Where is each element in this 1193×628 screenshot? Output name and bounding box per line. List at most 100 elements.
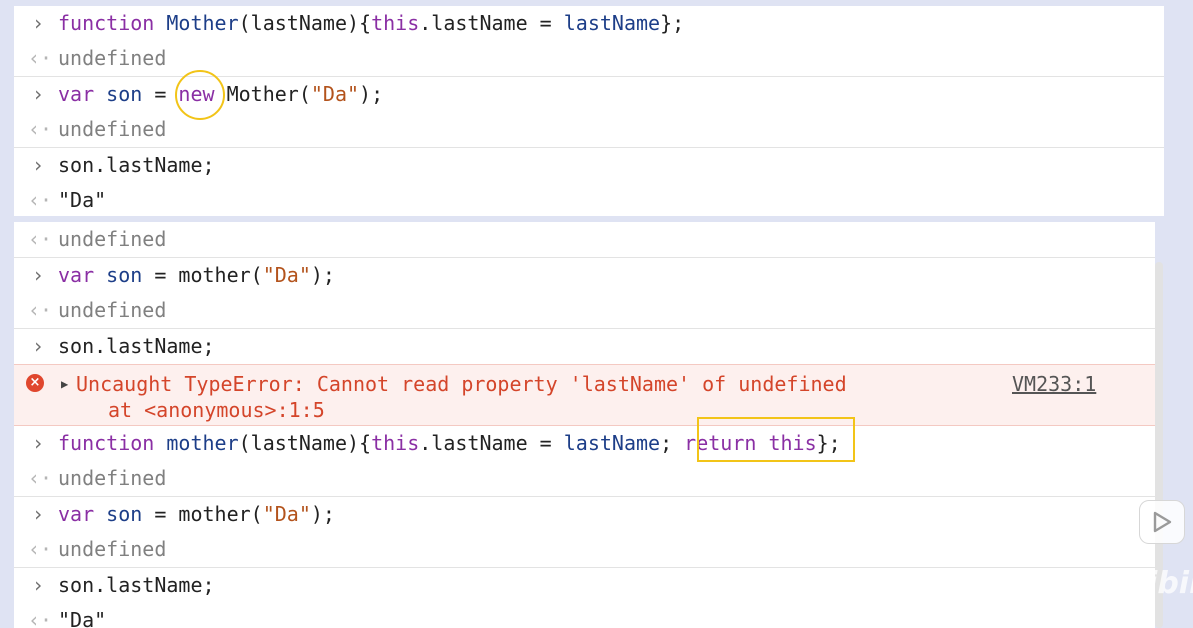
code-token: son.lastName;	[58, 334, 215, 358]
error-stack: at <anonymous>:1:5	[108, 398, 325, 422]
code-token: undefined	[58, 466, 167, 490]
code-token: ;	[660, 431, 685, 455]
bilibili-watermark: bilibili	[1105, 566, 1193, 601]
prompt-chevron-icon: ›	[31, 11, 45, 35]
code-token: );	[359, 82, 384, 106]
code-text: son.lastName;	[58, 568, 215, 603]
code-text: var son = mother("Da");	[58, 497, 335, 532]
prompt-chevron-icon: ›	[31, 431, 45, 455]
code-token: son	[106, 263, 143, 287]
console-output-line: ‹· undefined	[14, 532, 1155, 567]
prompt-chevron-icon: ›	[31, 573, 45, 597]
console-input-line[interactable]: › son.lastName;	[14, 567, 1155, 603]
code-token: var	[58, 502, 107, 526]
console-input-line[interactable]: › function mother(lastName){this.lastName…	[14, 426, 1155, 461]
code-text: son.lastName;	[58, 148, 215, 183]
code-text: "Da"	[58, 183, 106, 216]
console-output-line: ‹· undefined	[14, 222, 1155, 257]
code-token: "Da"	[262, 263, 311, 287]
code-token: "Da"	[310, 82, 360, 106]
code-token: var	[58, 82, 107, 106]
console-output-line: ‹· undefined	[14, 293, 1155, 328]
code-token: .lastName =	[419, 431, 564, 455]
code-text: undefined	[58, 222, 166, 257]
result-arrow-icon: ‹·	[28, 227, 53, 251]
code-token: undefined	[58, 227, 167, 251]
error-message-row[interactable]: × ▶ Uncaught TypeError: Cannot read prop…	[14, 364, 1155, 426]
code-token: function	[58, 11, 167, 35]
console-output-line: ‹· undefined	[14, 112, 1164, 147]
error-text: Uncaught TypeError: Cannot read property…	[76, 372, 847, 396]
console-input-line[interactable]: › function Mother(lastName){this.lastName…	[14, 6, 1164, 41]
prompt-chevron-icon: ›	[31, 153, 45, 177]
code-token: Mother	[166, 11, 239, 35]
code-token: "Da"	[262, 502, 311, 526]
code-token: undefined	[58, 117, 167, 141]
code-text: function Mother(lastName){this.lastName …	[58, 6, 684, 41]
code-text: undefined	[58, 112, 166, 147]
highlight-box-return-this	[697, 417, 855, 462]
code-text: son.lastName;	[58, 329, 215, 364]
code-token: this	[371, 431, 420, 455]
result-arrow-icon: ‹·	[28, 188, 53, 212]
console-panel-bottom: ‹· undefined › var son = mother("Da"); ‹· und…	[14, 222, 1155, 628]
code-token: (lastName){	[238, 11, 372, 35]
code-token: "Da"	[58, 188, 107, 212]
code-token: Mother(	[214, 82, 311, 106]
console-output-line: ‹· "Da"	[14, 603, 1155, 628]
console-output-line: ‹· undefined	[14, 41, 1164, 76]
console-input-line[interactable]: › son.lastName;	[14, 147, 1164, 183]
code-text: undefined	[58, 41, 166, 76]
code-text: "Da"	[58, 603, 106, 628]
code-token: };	[660, 11, 685, 35]
code-token: var	[58, 263, 107, 287]
code-token: undefined	[58, 298, 167, 322]
code-token: "Da"	[58, 608, 107, 628]
source-link[interactable]: VM233:1	[1012, 371, 1096, 397]
result-arrow-icon: ‹·	[28, 298, 53, 322]
result-arrow-icon: ‹·	[28, 46, 53, 70]
error-icon: ×	[26, 374, 44, 392]
code-token: (lastName){	[238, 431, 372, 455]
result-arrow-icon: ‹·	[28, 537, 53, 561]
prompt-chevron-icon: ›	[31, 82, 45, 106]
code-token: lastName	[563, 11, 661, 35]
code-token: = mother(	[142, 502, 263, 526]
result-arrow-icon: ‹·	[28, 608, 53, 628]
code-token: lastName	[563, 431, 661, 455]
console-rows-after-error: › function mother(lastName){this.lastName…	[14, 426, 1155, 628]
code-token: this	[371, 11, 420, 35]
code-text: undefined	[58, 532, 166, 567]
expand-triangle-icon[interactable]: ▶	[61, 372, 68, 396]
console-input-line[interactable]: › son.lastName;	[14, 328, 1155, 364]
code-token: son.lastName;	[58, 153, 215, 177]
play-button[interactable]	[1139, 500, 1185, 544]
result-arrow-icon: ‹·	[28, 117, 53, 141]
code-token: mother	[166, 431, 239, 455]
code-token: );	[310, 502, 335, 526]
console-input-line[interactable]: › var son = mother("Da");	[14, 496, 1155, 532]
code-token: undefined	[58, 537, 167, 561]
code-text: undefined	[58, 461, 166, 496]
prompt-chevron-icon: ›	[31, 502, 45, 526]
code-text: undefined	[58, 293, 166, 328]
play-icon	[1153, 511, 1172, 533]
code-token: .lastName =	[419, 11, 564, 35]
prompt-chevron-icon: ›	[31, 263, 45, 287]
code-token: son.lastName;	[58, 573, 215, 597]
code-token: son	[106, 82, 143, 106]
code-token: function	[58, 431, 167, 455]
code-text: var son = mother("Da");	[58, 258, 335, 293]
prompt-chevron-icon: ›	[31, 334, 45, 358]
console-output-line: ‹· "Da"	[14, 183, 1164, 216]
code-token: );	[310, 263, 335, 287]
code-token: = mother(	[142, 263, 263, 287]
result-arrow-icon: ‹·	[28, 466, 53, 490]
code-token: =	[142, 82, 179, 106]
code-token: undefined	[58, 46, 167, 70]
console-input-line[interactable]: › var son = mother("Da");	[14, 257, 1155, 293]
console-output-line: ‹· undefined	[14, 461, 1155, 496]
highlight-circle-new	[175, 70, 225, 120]
code-token: son	[106, 502, 143, 526]
console-rows-before-error: ‹· undefined › var son = mother("Da"); ‹· und…	[14, 222, 1155, 364]
